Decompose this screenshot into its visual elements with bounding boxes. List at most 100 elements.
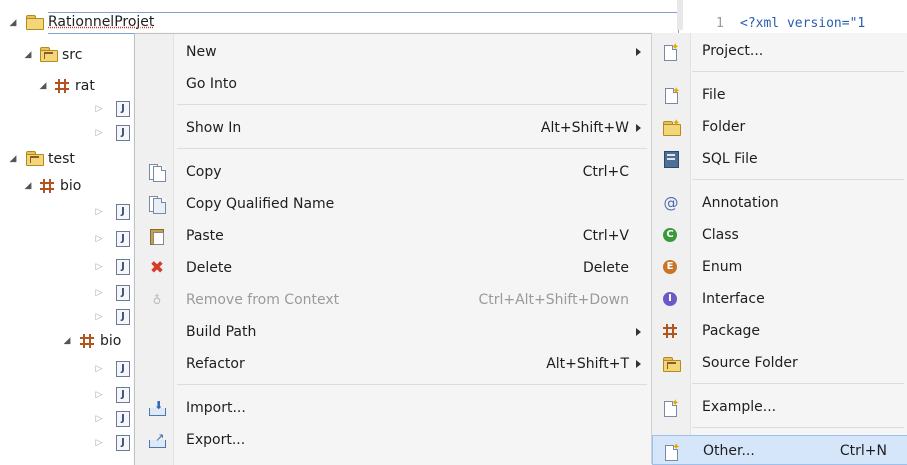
source-folder-icon — [40, 47, 58, 62]
menu-separator — [177, 148, 647, 149]
menu-item-show-in[interactable]: Show In Alt+Shift+W — [135, 113, 652, 143]
java-file-icon: J — [116, 285, 130, 301]
copy-qualified-name-icon — [149, 196, 166, 214]
paste-icon — [149, 228, 165, 245]
sql-file-icon — [663, 151, 679, 168]
java-file-icon: J — [116, 411, 130, 427]
java-file-icon: J — [116, 361, 130, 377]
collapse-arrow-icon[interactable]: ▷ — [94, 128, 104, 138]
collapse-arrow-icon[interactable]: ▷ — [94, 438, 104, 448]
expand-arrow-icon[interactable]: ◢ — [62, 336, 72, 346]
package-icon — [663, 323, 679, 339]
tree-item-project[interactable]: ◢ RationnelProjet — [0, 12, 680, 34]
source-folder-icon — [663, 355, 681, 372]
menu-item-paste[interactable]: Paste Ctrl+V — [135, 221, 652, 251]
submenu-item-sql-file[interactable]: SQL File — [652, 144, 907, 174]
menu-item-build-path[interactable]: Build Path — [135, 317, 652, 347]
java-file-icon: J — [116, 309, 130, 325]
new-folder-icon: ✦ — [663, 119, 681, 136]
project-folder-icon — [26, 15, 44, 30]
editor-line-number: 1 — [716, 16, 724, 31]
collapse-arrow-icon[interactable]: ▷ — [94, 364, 104, 374]
project-name: RationnelProjet — [48, 14, 155, 30]
collapse-arrow-icon[interactable]: ▷ — [94, 414, 104, 424]
class-icon: C — [663, 227, 679, 243]
submenu-arrow-icon — [636, 48, 641, 56]
submenu-separator — [692, 427, 904, 428]
package-icon — [55, 79, 69, 93]
submenu-item-package[interactable]: Package — [652, 316, 907, 346]
menu-item-copy-qualified-name[interactable]: Copy Qualified Name — [135, 189, 652, 219]
editor-gutter — [677, 0, 683, 30]
import-icon: ⬇ — [149, 400, 166, 416]
copy-icon — [149, 164, 166, 182]
enum-icon: E — [663, 259, 679, 275]
menu-item-delete[interactable]: ✖ Delete Delete — [135, 253, 652, 283]
package-icon — [80, 334, 94, 348]
annotation-icon: @ — [663, 194, 679, 212]
collapse-arrow-icon[interactable]: ▷ — [94, 104, 104, 114]
editor-xml-line[interactable]: <?xml version="1 — [740, 16, 865, 31]
package-icon — [40, 179, 54, 193]
tree-label-package: bio — [60, 178, 82, 194]
new-project-icon: ✦ — [663, 43, 679, 61]
remove-from-context-icon: ♁ — [152, 293, 162, 307]
submenu-separator — [692, 71, 904, 72]
submenu-item-enum[interactable]: E Enum — [652, 252, 907, 282]
collapse-arrow-icon[interactable]: ▷ — [94, 207, 104, 217]
collapse-arrow-icon[interactable]: ▷ — [94, 288, 104, 298]
interface-icon: I — [663, 291, 679, 307]
export-icon: ↗ — [149, 432, 166, 448]
new-file-icon: ✦ — [663, 87, 680, 104]
expand-arrow-icon[interactable]: ◢ — [38, 81, 48, 91]
collapse-arrow-icon[interactable]: ▷ — [94, 262, 104, 272]
java-file-icon: J — [116, 125, 130, 141]
menu-item-import[interactable]: ⬇ Import... — [135, 393, 652, 423]
new-other-icon: ✦ — [664, 443, 680, 461]
menu-item-new[interactable]: New — [135, 37, 652, 67]
collapse-arrow-icon[interactable]: ▷ — [94, 390, 104, 400]
expand-arrow-icon[interactable]: ◢ — [8, 18, 18, 28]
submenu-item-interface[interactable]: I Interface — [652, 284, 907, 314]
new-example-icon: ✦ — [663, 399, 679, 417]
submenu-separator — [692, 179, 904, 180]
submenu-item-example[interactable]: ✦ Example... — [652, 392, 907, 422]
submenu-arrow-icon — [636, 360, 641, 368]
java-file-icon: J — [116, 259, 130, 275]
submenu-separator — [692, 383, 904, 384]
java-file-icon: J — [116, 101, 130, 117]
menu-item-copy[interactable]: Copy Ctrl+C — [135, 157, 652, 187]
menu-item-remove-from-context: ♁ Remove from Context Ctrl+Alt+Shift+Dow… — [135, 285, 652, 315]
new-submenu: ✦ Project... ✦ File ✦ Folder SQL File @ … — [651, 33, 907, 465]
collapse-arrow-icon[interactable]: ▷ — [94, 312, 104, 322]
expand-arrow-icon[interactable]: ◢ — [23, 50, 33, 60]
tree-label-src: src — [62, 47, 83, 63]
menu-item-export[interactable]: ↗ Export... — [135, 425, 652, 455]
submenu-item-annotation[interactable]: @ Annotation — [652, 188, 907, 218]
submenu-item-source-folder[interactable]: Source Folder — [652, 348, 907, 378]
expand-arrow-icon[interactable]: ◢ — [8, 154, 18, 164]
tree-label-package: bio — [100, 333, 122, 349]
java-file-icon: J — [116, 231, 130, 247]
submenu-item-class[interactable]: C Class — [652, 220, 907, 250]
java-file-icon: J — [116, 204, 130, 220]
submenu-arrow-icon — [636, 124, 641, 132]
delete-icon: ✖ — [149, 258, 165, 278]
submenu-item-file[interactable]: ✦ File — [652, 80, 907, 110]
submenu-arrow-icon — [636, 328, 641, 336]
tree-label-package: rat — [75, 78, 95, 94]
menu-item-refactor[interactable]: Refactor Alt+Shift+T — [135, 349, 652, 379]
expand-arrow-icon[interactable]: ◢ — [23, 181, 33, 191]
java-file-icon: J — [116, 435, 130, 451]
source-folder-icon — [26, 151, 44, 166]
submenu-item-other[interactable]: ✦ Other... Ctrl+N — [652, 435, 907, 465]
context-menu: New Go Into Show In Alt+Shift+W Copy Ctr… — [134, 33, 652, 465]
menu-separator — [177, 104, 647, 105]
submenu-item-folder[interactable]: ✦ Folder — [652, 112, 907, 142]
submenu-item-project[interactable]: ✦ Project... — [652, 36, 907, 66]
collapse-arrow-icon[interactable]: ▷ — [94, 234, 104, 244]
menu-separator — [177, 384, 647, 385]
menu-item-go-into[interactable]: Go Into — [135, 69, 652, 99]
tree-label-test: test — [48, 151, 75, 167]
java-file-icon: J — [116, 387, 130, 403]
